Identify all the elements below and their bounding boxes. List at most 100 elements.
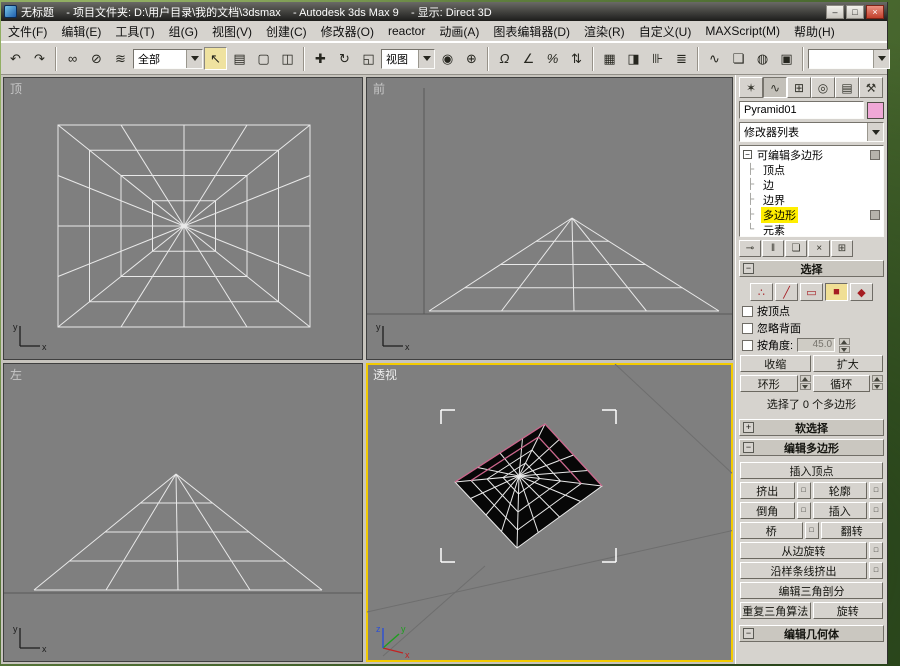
bind-spacewarp-button[interactable]: ≋	[109, 47, 132, 70]
expand-icon[interactable]: +	[743, 422, 754, 433]
undo-button[interactable]: ↶	[4, 47, 27, 70]
title-bar[interactable]: 无标题 - 项目文件夹: D:\用户目录\我的文档\3dsmax - Autod…	[1, 2, 887, 21]
close-button[interactable]: ×	[866, 4, 884, 19]
select-manipulate-button[interactable]: ⊕	[460, 47, 483, 70]
chevron-down-icon[interactable]	[186, 49, 202, 68]
stack-item-polygon[interactable]: ├ 多边形	[740, 206, 883, 223]
viewport-perspective-label[interactable]: 透视	[373, 366, 397, 383]
show-end-result-button[interactable]: ‖	[762, 240, 784, 257]
schematic-view-button[interactable]: ❏	[727, 47, 750, 70]
retriangulate-button[interactable]: 重复三角算法	[740, 602, 811, 619]
collapse-icon[interactable]: −	[743, 150, 752, 159]
unlink-button[interactable]: ⊘	[85, 47, 108, 70]
pin-stack-button[interactable]: ⊸	[739, 240, 761, 257]
select-rotate-button[interactable]: ↻	[333, 47, 356, 70]
select-link-button[interactable]: ∞	[61, 47, 84, 70]
extrude-along-spline-settings-button[interactable]: □	[869, 562, 883, 579]
redo-button[interactable]: ↷	[28, 47, 51, 70]
extrude-settings-button[interactable]: □	[796, 482, 811, 499]
snaps-toggle-button[interactable]: Ω	[493, 47, 516, 70]
named-selection-sets-button[interactable]: ▦	[598, 47, 621, 70]
menu-animation[interactable]: 动画(A)	[432, 20, 486, 43]
chevron-down-icon[interactable]	[867, 123, 883, 141]
bevel-button[interactable]: 倒角	[740, 502, 795, 519]
hinge-settings-button[interactable]: □	[869, 542, 883, 559]
insert-vertex-button[interactable]: 插入顶点	[740, 462, 883, 479]
menu-edit[interactable]: 编辑(E)	[54, 20, 108, 43]
grow-button[interactable]: 扩大	[812, 355, 883, 372]
menu-modifiers[interactable]: 修改器(O)	[314, 20, 381, 43]
align-button[interactable]: ⊪	[646, 47, 669, 70]
by-angle-checkbox[interactable]	[742, 339, 753, 351]
collapse-icon[interactable]: −	[743, 628, 754, 639]
use-pivot-center-button[interactable]: ◉	[436, 47, 459, 70]
inset-settings-button[interactable]: □	[869, 502, 883, 519]
polygon-mode-button[interactable]: ■	[825, 283, 848, 301]
viewport-front[interactable]: 前 yx	[366, 77, 733, 360]
menu-help[interactable]: 帮助(H)	[787, 20, 842, 43]
ignore-backfacing-checkbox[interactable]	[742, 322, 753, 334]
window-crossing-button[interactable]: ◫	[276, 47, 299, 70]
motion-tab[interactable]: ◎	[811, 77, 835, 98]
configure-modifier-sets-button[interactable]: ⊞	[831, 240, 853, 257]
mirror-button[interactable]: ◨	[622, 47, 645, 70]
remove-modifier-button[interactable]: ×	[808, 240, 830, 257]
viewport-left-label[interactable]: 左	[10, 366, 22, 383]
ring-spinner[interactable]	[799, 375, 811, 390]
stack-item-edge[interactable]: ├ 边	[740, 177, 883, 192]
menu-reactor[interactable]: reactor	[381, 21, 432, 41]
extrude-along-spline-button[interactable]: 沿样条线挤出	[740, 562, 867, 579]
angle-spinner[interactable]	[839, 337, 851, 353]
layer-manager-button[interactable]: ≣	[670, 47, 693, 70]
rect-selection-region-button[interactable]: ▢	[252, 47, 275, 70]
spinner-snap-button[interactable]: ⇅	[565, 47, 588, 70]
modifier-toggle-icon[interactable]	[870, 209, 880, 220]
viewport-top[interactable]: 顶 yx	[3, 77, 363, 360]
menu-rendering[interactable]: 渲染(R)	[577, 20, 632, 43]
selection-filter-dropdown[interactable]: 全部	[133, 48, 203, 69]
render-scene-button[interactable]: ▣	[775, 47, 798, 70]
collapse-icon[interactable]: −	[743, 442, 754, 453]
border-mode-button[interactable]: ▭	[800, 283, 823, 301]
utilities-tab[interactable]: ⚒	[859, 77, 883, 98]
chevron-down-icon[interactable]	[418, 49, 434, 68]
select-by-name-button[interactable]: ▤	[228, 47, 251, 70]
bevel-settings-button[interactable]: □	[796, 502, 811, 519]
edit-polygons-rollout-header[interactable]: − 编辑多边形	[739, 439, 884, 456]
chevron-down-icon[interactable]	[873, 49, 889, 68]
object-color-swatch[interactable]	[867, 101, 884, 119]
angle-snap-button[interactable]: ∠	[517, 47, 540, 70]
turn-button[interactable]: 旋转	[812, 602, 883, 619]
modify-tab[interactable]: ∿	[763, 77, 787, 98]
bridge-button[interactable]: 桥	[740, 522, 803, 539]
soft-selection-rollout-header[interactable]: + 软选择	[739, 419, 884, 436]
minimize-button[interactable]: –	[826, 4, 844, 19]
render-type-button[interactable]: ◔	[891, 47, 900, 70]
menu-group[interactable]: 组(G)	[162, 20, 205, 43]
ring-button[interactable]: 环形	[740, 375, 798, 392]
viewport-left[interactable]: 左 yx	[3, 363, 363, 662]
hinge-from-edge-button[interactable]: 从边旋转	[740, 542, 867, 559]
by-vertex-checkbox[interactable]	[742, 305, 753, 317]
collapse-icon[interactable]: −	[743, 263, 754, 274]
menu-customize[interactable]: 自定义(U)	[632, 20, 699, 43]
menu-file[interactable]: 文件(F)	[1, 20, 54, 43]
shrink-button[interactable]: 收缩	[740, 355, 811, 372]
viewport-perspective[interactable]: 透视 x y z	[366, 363, 733, 662]
outline-settings-button[interactable]: □	[869, 482, 883, 499]
select-scale-button[interactable]: ◱	[357, 47, 380, 70]
select-object-button[interactable]: ↖	[204, 47, 227, 70]
select-move-button[interactable]: ✚	[309, 47, 332, 70]
material-editor-button[interactable]: ◍	[751, 47, 774, 70]
maximize-button[interactable]: □	[846, 4, 864, 19]
viewport-front-label[interactable]: 前	[373, 80, 385, 97]
selection-rollout-header[interactable]: − 选择	[739, 260, 884, 277]
bridge-settings-button[interactable]: □	[804, 522, 819, 539]
menu-views[interactable]: 视图(V)	[205, 20, 259, 43]
viewport-top-label[interactable]: 顶	[10, 80, 22, 97]
inset-button[interactable]: 插入	[812, 502, 867, 519]
curve-editor-button[interactable]: ∿	[703, 47, 726, 70]
loop-button[interactable]: 循环	[812, 375, 870, 392]
stack-item-vertex[interactable]: ├ 顶点	[740, 162, 883, 177]
modifier-toggle-icon[interactable]	[870, 149, 880, 160]
